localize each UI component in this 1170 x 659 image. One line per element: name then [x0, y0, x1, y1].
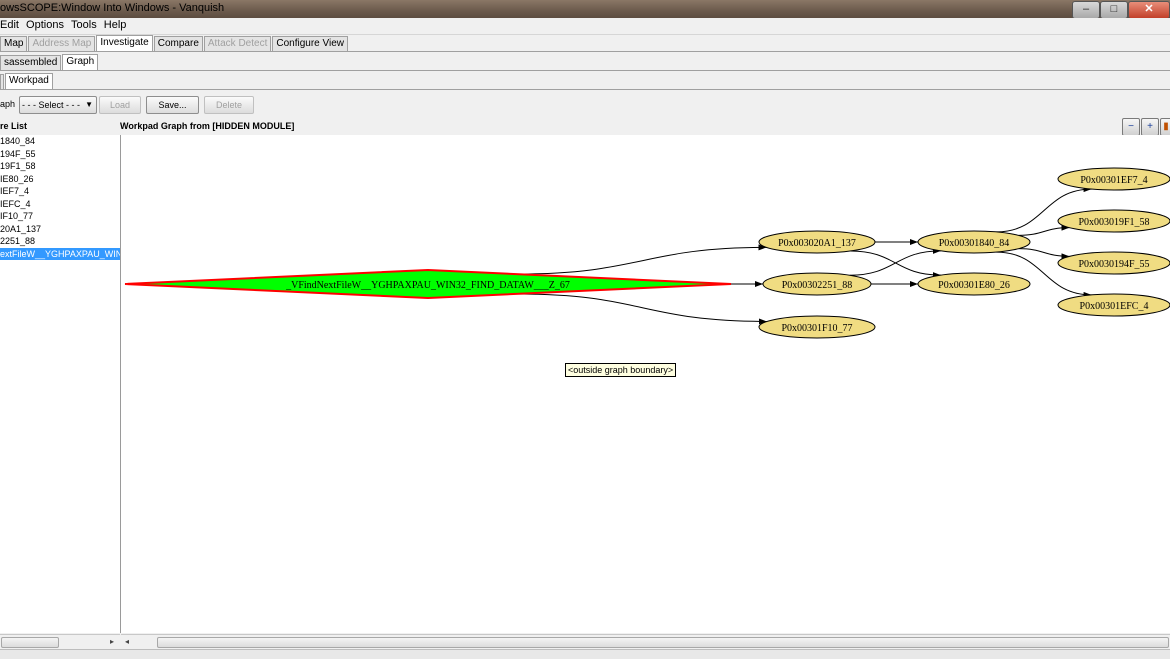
list-item[interactable]: IEF7_4 [0, 185, 120, 198]
graph-select[interactable]: - - - Select - - - ▼ [19, 96, 97, 114]
node-label: P0x00301EFC_4 [1080, 301, 1149, 312]
sub-tab-bar: sassembled Graph [0, 54, 99, 70]
graph-panel-header: Workpad Graph from [HIDDEN MODULE] [120, 121, 295, 131]
load-button[interactable]: Load [99, 96, 141, 114]
tab-investigate[interactable]: Investigate [96, 35, 153, 51]
graph-node[interactable]: P0x00301F10_77 [758, 315, 876, 339]
graph-canvas[interactable]: _VFindNextFileW__YGHPAXPAU_WIN32_FIND_DA… [121, 135, 1170, 633]
scroll-right-icon[interactable]: ▸ [106, 636, 118, 648]
graph-node[interactable]: P0x0030194F_55 [1057, 251, 1170, 275]
close-icon[interactable]: ✕ [1128, 1, 1170, 19]
node-label: P0x00301E80_26 [938, 280, 1010, 291]
tab-workpad[interactable]: Workpad [5, 73, 53, 89]
menu-bar: Edit Options Tools Help [0, 18, 1170, 35]
list-item[interactable]: IF10_77 [0, 210, 120, 223]
graph-node[interactable]: P0x003020A1_137 [758, 230, 876, 254]
tab-attack-detect[interactable]: Attack Detect [203, 36, 272, 51]
menu-edit[interactable]: Edit [0, 18, 23, 31]
main-tab-bar: Map Address Map Investigate Compare Attack D… [0, 35, 349, 51]
minimize-icon[interactable]: – [1072, 1, 1100, 19]
maximize-icon[interactable]: □ [1100, 1, 1128, 19]
node-label: P0x00301F10_77 [781, 323, 852, 334]
node-label: P0x003019F1_58 [1078, 217, 1149, 228]
node-label: _VFindNextFileW__YGHPAXPAU_WIN32_FIND_DA… [285, 280, 570, 291]
list-scroll-thumb[interactable] [1, 637, 59, 648]
tab-address-map[interactable]: Address Map [28, 36, 96, 51]
zoom-in-icon[interactable]: + [1141, 118, 1159, 136]
tab-configure-view[interactable]: Configure View [272, 36, 348, 51]
tab-compare[interactable]: Compare [153, 36, 203, 51]
list-item[interactable]: IEFC_4 [0, 198, 120, 211]
call-graph[interactable]: _VFindNextFileW__YGHPAXPAU_WIN32_FIND_DA… [121, 135, 1170, 633]
list-item[interactable]: 20A1_137 [0, 223, 120, 236]
list-item[interactable]: 1840_84 [0, 135, 120, 148]
graph-select-value: - - - Select - - - [22, 100, 80, 110]
boundary-tooltip: <outside graph boundary> [565, 363, 677, 377]
list-item[interactable]: IE80_26 [0, 173, 120, 186]
chart-icon[interactable]: ▮ [1160, 118, 1170, 136]
chevron-down-icon: ▼ [85, 100, 93, 109]
graph-edge [517, 293, 767, 325]
graph-node[interactable]: P0x00301840_84 [917, 230, 1031, 254]
graph-edge [517, 244, 767, 275]
node-label: P0x00301840_84 [939, 238, 1010, 249]
save-button[interactable]: Save... [146, 96, 199, 114]
graph-label: aph [0, 99, 16, 109]
node-label: P0x00302251_88 [782, 280, 853, 291]
menu-tools[interactable]: Tools [71, 18, 101, 31]
zoom-out-icon[interactable]: − [1122, 118, 1140, 136]
graph-horizontal-scrollbar[interactable]: ◂ [121, 634, 1170, 649]
graph-node[interactable]: P0x00301EF7_4 [1057, 167, 1170, 191]
graph-node[interactable]: P0x00301EFC_4 [1057, 293, 1170, 317]
window-controls: – □ ✕ [1072, 0, 1170, 19]
list-item[interactable]: 19F1_58 [0, 160, 120, 173]
delete-button[interactable]: Delete [204, 96, 254, 114]
window-title: owsSCOPE:Window Into Windows - Vanquish [0, 2, 225, 14]
sub-tab-bar-2: Workpad [0, 73, 54, 89]
graph-edge [849, 247, 941, 276]
procedure-list: 1840_84 194F_55 19F1_58 IE80_26 IEF7_4 IEFC_4… [0, 135, 121, 633]
graph-edge [1018, 224, 1070, 236]
node-label: P0x003020A1_137 [778, 238, 856, 249]
tab-map[interactable]: Map [0, 36, 28, 51]
scroll-left-icon[interactable]: ◂ [121, 636, 133, 648]
node-label: P0x0030194F_55 [1078, 259, 1149, 270]
menu-help[interactable]: Help [104, 18, 131, 31]
list-item[interactable]: 2251_88 [0, 235, 120, 248]
tab-partial[interactable] [0, 74, 4, 89]
list-item[interactable]: 194F_55 [0, 148, 120, 161]
graph-edge [1018, 248, 1070, 260]
tab-graph[interactable]: Graph [62, 54, 99, 70]
node-label: P0x00301EF7_4 [1080, 175, 1147, 186]
graph-node[interactable]: P0x00302251_88 [762, 272, 872, 296]
title-bar: owsSCOPE:Window Into Windows - Vanquish … [0, 0, 1170, 19]
graph-node[interactable]: P0x00301E80_26 [917, 272, 1031, 296]
procedure-list-header: re List [0, 121, 28, 131]
graph-node[interactable]: P0x003019F1_58 [1057, 209, 1170, 233]
toolbar: aph - - - Select - - - ▼ Load Save... De… [0, 95, 1170, 115]
list-horizontal-scrollbar[interactable]: ▸ [0, 634, 120, 649]
graph-node[interactable]: _VFindNextFileW__YGHPAXPAU_WIN32_FIND_DA… [124, 268, 732, 300]
list-item[interactable]: extFileW__YGHPAXPAU_WIN32_ [0, 247, 120, 260]
menu-options[interactable]: Options [26, 18, 68, 31]
graph-scroll-thumb[interactable] [157, 637, 1169, 648]
tab-disassembled[interactable]: sassembled [0, 55, 62, 70]
